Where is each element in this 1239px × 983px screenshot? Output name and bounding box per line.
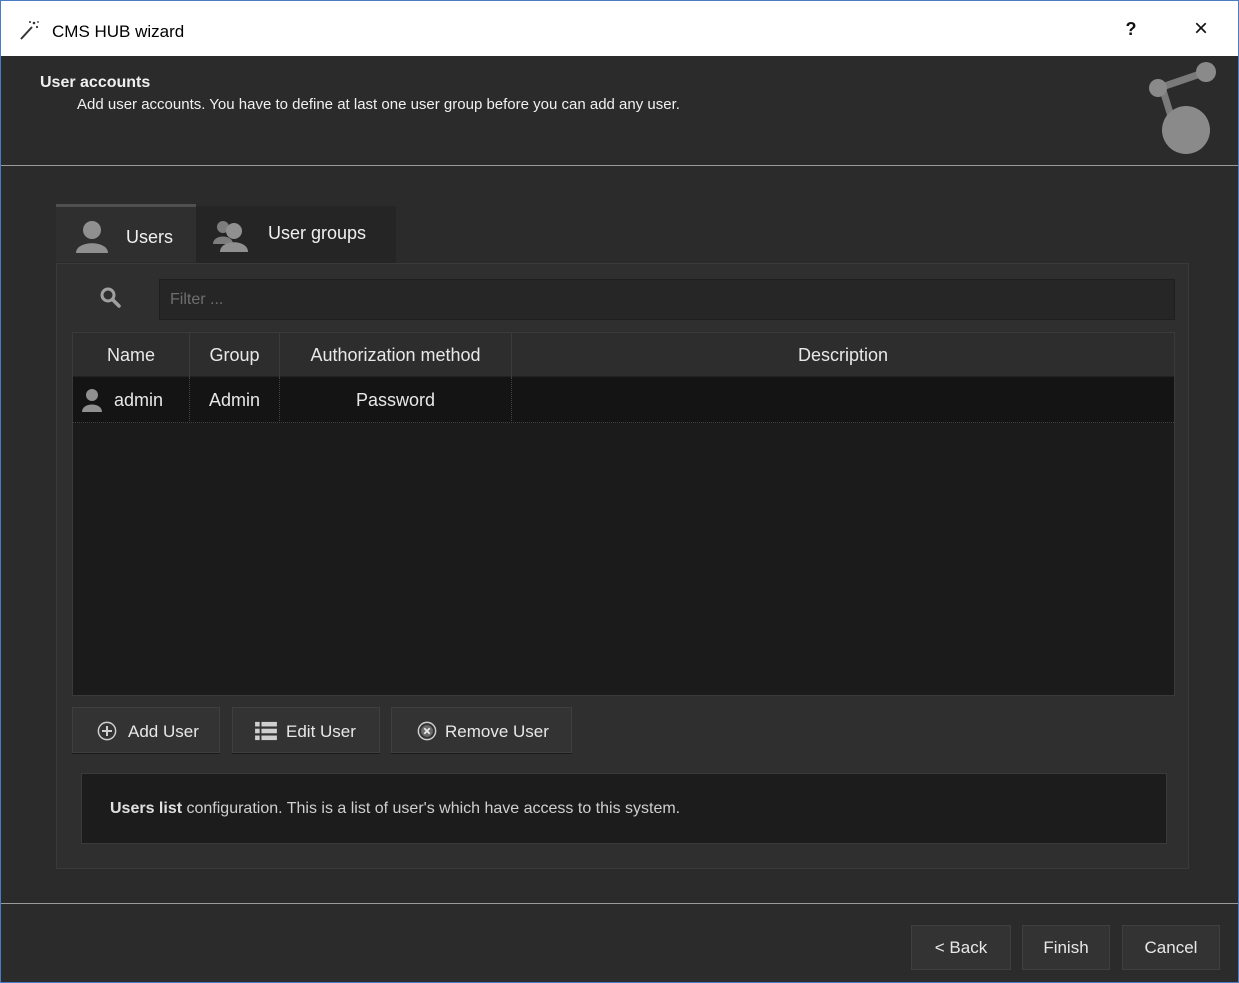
cell-name: admin	[73, 377, 190, 423]
table-header: Name Group Authorization method Descript…	[73, 333, 1174, 377]
cell-description	[512, 377, 1174, 423]
remove-user-label: Remove User	[445, 722, 549, 741]
page-subtitle: Add user accounts. You have to define at…	[77, 96, 680, 113]
remove-user-button[interactable]: Remove User	[391, 707, 572, 753]
title-bar: CMS HUB wizard ? ×	[1, 1, 1238, 56]
filter-input[interactable]	[159, 279, 1175, 320]
table-row[interactable]: admin Admin Password	[73, 377, 1174, 423]
remove-circle-icon	[417, 721, 437, 741]
tab-user-groups-label: User groups	[268, 223, 367, 243]
edit-user-button[interactable]: Edit User	[232, 707, 380, 753]
wizard-content: Users User groups Name Group Authori	[1, 167, 1238, 902]
finish-button[interactable]: Finish	[1022, 925, 1110, 970]
edit-user-label: Edit User	[286, 722, 356, 741]
tab-user-groups[interactable]: User groups	[196, 206, 396, 264]
column-header-description[interactable]: Description	[512, 333, 1174, 377]
column-header-name[interactable]: Name	[73, 333, 190, 377]
info-text: Users list configuration. This is a list…	[110, 800, 680, 818]
column-header-group[interactable]: Group	[190, 333, 280, 377]
info-box: Users list configuration. This is a list…	[81, 773, 1167, 844]
info-text-bold: Users list	[110, 800, 183, 817]
add-circle-icon	[97, 721, 117, 741]
users-panel: Name Group Authorization method Descript…	[56, 263, 1189, 869]
help-button[interactable]: ?	[1112, 9, 1150, 49]
close-button[interactable]: ×	[1181, 9, 1221, 49]
cell-authorization-method: Password	[280, 377, 512, 423]
search-icon	[100, 287, 121, 308]
add-user-button[interactable]: Add User	[72, 707, 220, 753]
cancel-button[interactable]: Cancel	[1122, 925, 1220, 970]
cell-group: Admin	[190, 377, 280, 423]
add-user-label: Add User	[128, 722, 199, 741]
window-title: CMS HUB wizard	[52, 22, 185, 41]
user-icon	[76, 221, 108, 253]
users-table: Name Group Authorization method Descript…	[72, 332, 1175, 696]
wizard-footer: < Back Finish Cancel	[1, 904, 1238, 982]
tab-users-label: Users	[126, 227, 174, 247]
back-button[interactable]: < Back	[911, 925, 1011, 970]
info-text-body: configuration. This is a list of user's …	[182, 800, 681, 817]
column-header-authorization-method[interactable]: Authorization method	[280, 333, 512, 377]
tab-users[interactable]: Users	[56, 204, 196, 262]
cms-hub-logo-icon	[1149, 62, 1216, 154]
list-icon	[255, 721, 277, 741]
wizard-header: User accounts Add user accounts. You hav…	[1, 56, 1238, 166]
magic-wand-icon	[20, 21, 39, 40]
page-title: User accounts	[40, 74, 151, 91]
user-group-icon	[213, 221, 248, 252]
wizard-window: CMS HUB wizard ? × User accounts Add use…	[0, 0, 1239, 983]
